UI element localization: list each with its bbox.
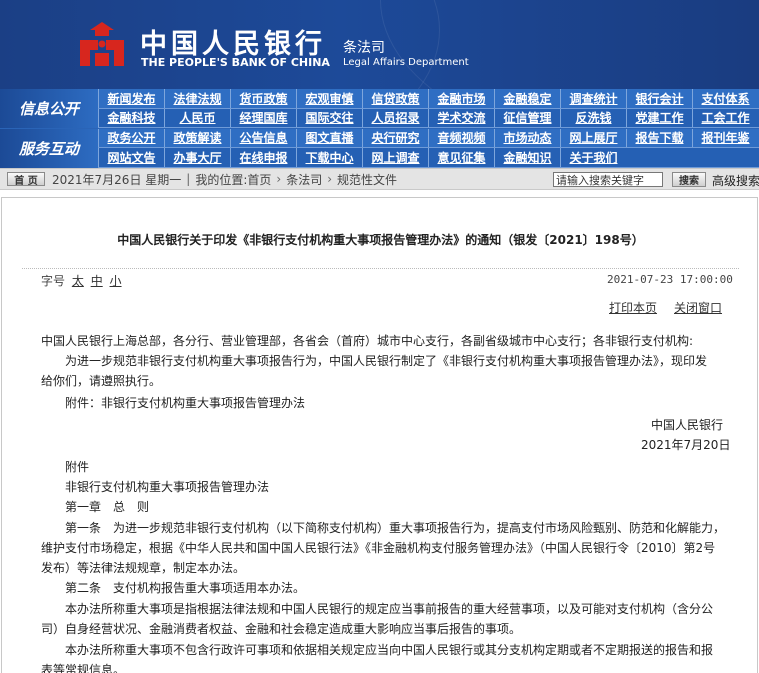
nav-item[interactable]: 办事大厅: [164, 148, 230, 167]
main-navigation: 信息公开 服务互动 新闻发布 法律法规 货币政策 宏观审慎 信贷政策 金融市场 金融稳定 调查…: [0, 89, 759, 168]
nav-item[interactable]: 在线申报: [230, 148, 296, 167]
nav-item[interactable]: 金融科技: [98, 108, 164, 127]
body-paragraph: 本办法所称重大事项不包含行政许可事项和依据相关规定应当向中国人民银行或其分支机构…: [65, 643, 714, 657]
nav-item[interactable]: 调查统计: [560, 89, 626, 108]
nav-item[interactable]: 央行研究: [362, 128, 428, 147]
nav-item[interactable]: 国际交往: [296, 108, 362, 127]
chapter-heading: 第一章 总 则: [65, 500, 150, 514]
breadcrumb-legal-dept[interactable]: 条法司: [286, 171, 322, 188]
divider: [22, 268, 739, 269]
service-interaction-label[interactable]: 服务互动: [0, 129, 98, 168]
nav-item[interactable]: 人员招录: [362, 108, 428, 127]
banner-wave-decoration: [380, 0, 759, 89]
breadcrumb-home[interactable]: 首页: [247, 171, 271, 188]
nav-row: 网站文告 办事大厅 在线申报 下载中心 网上调查 意见征集 金融知识 关于我们: [98, 148, 759, 168]
nav-item[interactable]: 报告下载: [626, 128, 692, 147]
font-size-label: 字号: [41, 274, 66, 288]
font-size-small[interactable]: 小: [110, 274, 122, 288]
body-paragraph: 发布）等法律法规规章，制定本办法。: [41, 561, 246, 575]
nav-item[interactable]: 下载中心: [296, 148, 362, 167]
article-panel: 中国人民银行关于印发《非银行支付机构重大事项报告管理办法》的通知（银发〔2021…: [1, 197, 758, 673]
nav-row: 政务公开 政策解读 公告信息 图文直播 央行研究 音频视频 市场动态 网上展厅 报告下载 报刊年鉴: [98, 128, 759, 148]
info-disclosure-label[interactable]: 信息公开: [0, 89, 98, 128]
nav-item[interactable]: 网站文告: [98, 148, 164, 167]
search-button[interactable]: 搜索: [672, 172, 706, 187]
current-date: 2021年7月26日 星期一: [52, 172, 182, 187]
nav-item[interactable]: 政策解读: [164, 128, 230, 147]
location-bar: 首 页 2021年7月26日 星期一 | 我的位置: 首页 › 条法司 › 规范…: [0, 168, 759, 190]
body-paragraph: 给你们，请遵照执行。: [41, 374, 162, 388]
nav-item[interactable]: 学术交流: [428, 108, 494, 127]
department-name-cn: 条法司: [343, 40, 385, 56]
body-paragraph: 为进一步规范非银行支付机构重大事项报告行为，中国人民银行制定了《非银行支付机构重…: [65, 354, 708, 368]
nav-item[interactable]: 关于我们: [560, 148, 626, 167]
header-banner: 中国人民银行 THE PEOPLE'S BANK OF CHINA 条法司 Le…: [0, 0, 759, 89]
nav-item[interactable]: 征信管理: [494, 108, 560, 127]
attachment-line: 附件：非银行支付机构重大事项报告管理办法: [65, 396, 306, 410]
font-size-medium[interactable]: 中: [91, 274, 103, 288]
print-page-link[interactable]: 打印本页: [609, 299, 657, 316]
nav-item[interactable]: 宏观审慎: [296, 89, 362, 108]
nav-item[interactable]: 工会工作: [692, 108, 758, 127]
nav-item[interactable]: 网上展厅: [560, 128, 626, 147]
nav-item[interactable]: 货币政策: [230, 89, 296, 108]
nav-item[interactable]: 图文直播: [296, 128, 362, 147]
nav-item[interactable]: 公告信息: [230, 128, 296, 147]
body-paragraph: 表等常规信息。: [41, 663, 126, 673]
body-paragraph: 司）自身经营状况、金融消费者权益、金融和社会稳定造成重大影响应当事后报告的事项。: [41, 622, 522, 636]
nav-item[interactable]: 网上调查: [362, 148, 428, 167]
font-size-large[interactable]: 太: [72, 274, 84, 288]
close-window-link[interactable]: 关闭窗口: [674, 299, 722, 316]
body-paragraph: 维护支付市场稳定，根据《中华人民共和国中国人民银行法》《非金融机构支付服务管理办…: [41, 541, 716, 555]
nav-item[interactable]: 音频视频: [428, 128, 494, 147]
nav-item[interactable]: 新闻发布: [98, 89, 164, 108]
article-title: 中国人民银行关于印发《非银行支付机构重大事项报告管理办法》的通知（银发〔2021…: [117, 233, 644, 247]
signature-date: 2021年7月20日: [641, 438, 731, 452]
body-paragraph: 第二条 支付机构报告重大事项适用本办法。: [65, 581, 306, 595]
body-paragraph: 第一条 为进一步规范非银行支付机构（以下简称支付机构）重大事项报告行为，提高支付…: [65, 521, 726, 535]
body-paragraph: 本办法所称重大事项是指根据法律法规和中国人民银行的规定应当事前报告的重大经营事项…: [65, 602, 714, 616]
nav-item[interactable]: 信贷政策: [362, 89, 428, 108]
nav-item[interactable]: 党建工作: [626, 108, 692, 127]
nav-row: 金融科技 人民币 经理国库 国际交往 人员招录 学术交流 征信管理 反洗钱 党建工作 工会工作: [98, 108, 759, 128]
nav-item[interactable]: 金融市场: [428, 89, 494, 108]
department-name-en: Legal Affairs Department: [343, 57, 469, 68]
nav-item[interactable]: 银行会计: [626, 89, 692, 108]
nav-item[interactable]: 意见征集: [428, 148, 494, 167]
font-size-selector: 字号 太 中 小: [41, 272, 122, 289]
nav-item[interactable]: 政务公开: [98, 128, 164, 147]
advanced-search-link[interactable]: 高级搜索: [712, 172, 759, 189]
signature-org: 中国人民银行: [651, 418, 724, 432]
location-prefix: 我的位置:: [195, 172, 248, 187]
publish-date: 2021-07-23 17:00:00: [607, 273, 733, 286]
nav-item[interactable]: 经理国库: [230, 108, 296, 127]
pboc-logo-icon[interactable]: [76, 20, 128, 68]
nav-item[interactable]: 人民币: [164, 108, 230, 127]
search-input[interactable]: [553, 172, 663, 187]
attachment-heading: 附件: [65, 460, 90, 474]
nav-item[interactable]: 市场动态: [494, 128, 560, 147]
bank-name-en: THE PEOPLE'S BANK OF CHINA: [141, 56, 330, 69]
chevron-right-icon: ›: [327, 172, 333, 186]
separator: |: [186, 172, 191, 186]
nav-item[interactable]: 金融知识: [494, 148, 560, 167]
nav-item[interactable]: 报刊年鉴: [692, 128, 758, 147]
nav-row: 新闻发布 法律法规 货币政策 宏观审慎 信贷政策 金融市场 金融稳定 调查统计 银行会计 支付体系: [98, 89, 759, 109]
nav-item[interactable]: 法律法规: [164, 89, 230, 108]
nav-item[interactable]: 支付体系: [692, 89, 758, 108]
chevron-right-icon: ›: [276, 172, 282, 186]
nav-item[interactable]: 反洗钱: [560, 108, 626, 127]
addressee-line: 中国人民银行上海总部，各分行、营业管理部，各省会（首府）城市中心支行，各副省级城…: [41, 334, 694, 348]
home-button[interactable]: 首 页: [7, 172, 45, 187]
attachment-title: 非银行支付机构重大事项报告管理办法: [65, 480, 270, 494]
breadcrumb-normative-docs[interactable]: 规范性文件: [337, 171, 397, 188]
nav-item[interactable]: 金融稳定: [494, 89, 560, 108]
